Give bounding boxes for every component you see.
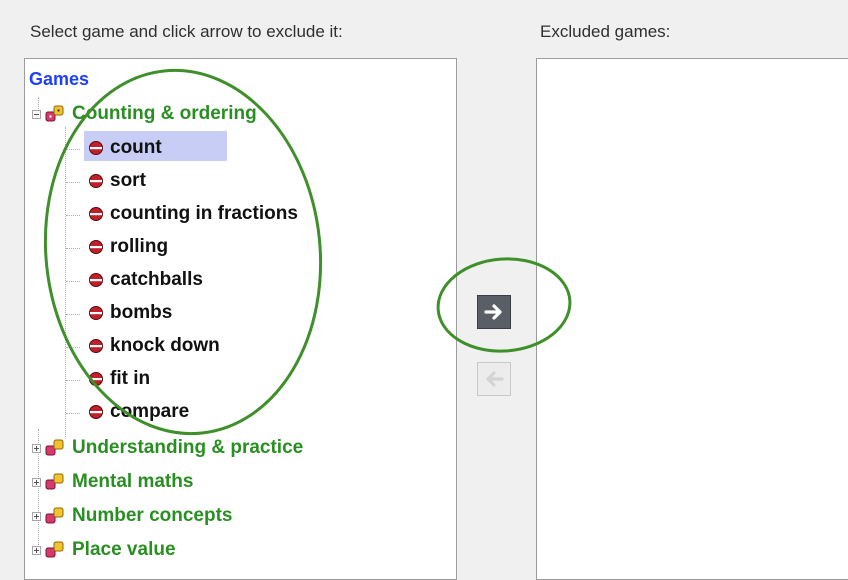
category-counting-ordering[interactable]: Counting & ordering [32, 100, 257, 128]
game-item-knock-down[interactable]: knock down [88, 332, 220, 360]
category-number-concepts[interactable]: Number concepts [32, 502, 232, 530]
game-item-rolling[interactable]: rolling [88, 233, 168, 261]
arrow-right-icon [484, 304, 502, 320]
game-ball-icon [89, 207, 103, 221]
category-understanding-practice[interactable]: Understanding & practice [32, 434, 303, 462]
game-item-bombs[interactable]: bombs [88, 299, 172, 327]
game-label: sort [110, 170, 146, 191]
game-label: knock down [110, 335, 220, 356]
game-ball-icon [89, 141, 103, 155]
expand-toggle-icon[interactable] [32, 443, 41, 453]
category-label: Understanding & practice [72, 437, 304, 458]
game-ball-icon [89, 405, 103, 419]
tree-root-games[interactable]: Games [29, 69, 89, 90]
game-item-catchballs[interactable]: catchballs [88, 266, 203, 294]
game-ball-icon [89, 372, 103, 386]
game-ball-icon [89, 306, 103, 320]
exclude-game-button[interactable] [477, 295, 511, 329]
expand-toggle-icon[interactable] [32, 511, 41, 521]
arrow-left-icon [486, 371, 504, 387]
expand-toggle-icon[interactable] [32, 477, 41, 487]
category-dice-icon [45, 507, 64, 524]
game-label: count [110, 137, 162, 158]
category-mental-maths[interactable]: Mental maths [32, 468, 193, 496]
excluded-games-label: Excluded games: [540, 22, 671, 41]
category-label: Place value [72, 539, 176, 560]
game-ball-icon [89, 240, 103, 254]
category-dice-icon [45, 541, 64, 558]
select-instruction-label: Select game and click arrow to exclude i… [30, 22, 343, 41]
include-game-button[interactable] [477, 362, 511, 396]
category-label: Counting & ordering [72, 103, 257, 124]
excluded-games-list[interactable] [536, 58, 848, 580]
game-item-sort[interactable]: sort [88, 167, 146, 195]
expand-toggle-icon[interactable] [32, 545, 41, 555]
game-label: bombs [110, 302, 173, 323]
game-ball-icon [89, 174, 103, 188]
game-item-fit-in[interactable]: fit in [88, 365, 150, 393]
category-dice-icon [45, 105, 64, 122]
game-label: compare [110, 401, 190, 422]
game-ball-icon [89, 273, 103, 287]
category-label: Mental maths [72, 471, 194, 492]
category-dice-icon [45, 439, 64, 456]
category-place-value[interactable]: Place value [32, 536, 176, 564]
game-item-compare[interactable]: compare [88, 398, 189, 426]
category-label: Number concepts [72, 505, 233, 526]
game-label: catchballs [110, 269, 203, 290]
collapse-toggle-icon[interactable] [32, 109, 41, 119]
game-item-count[interactable]: count [88, 134, 162, 162]
game-label: counting in fractions [110, 203, 298, 224]
game-label: rolling [110, 236, 169, 257]
game-ball-icon [89, 339, 103, 353]
game-label: fit in [110, 368, 151, 389]
category-dice-icon [45, 473, 64, 490]
game-item-counting-in-fractions[interactable]: counting in fractions [88, 200, 298, 228]
